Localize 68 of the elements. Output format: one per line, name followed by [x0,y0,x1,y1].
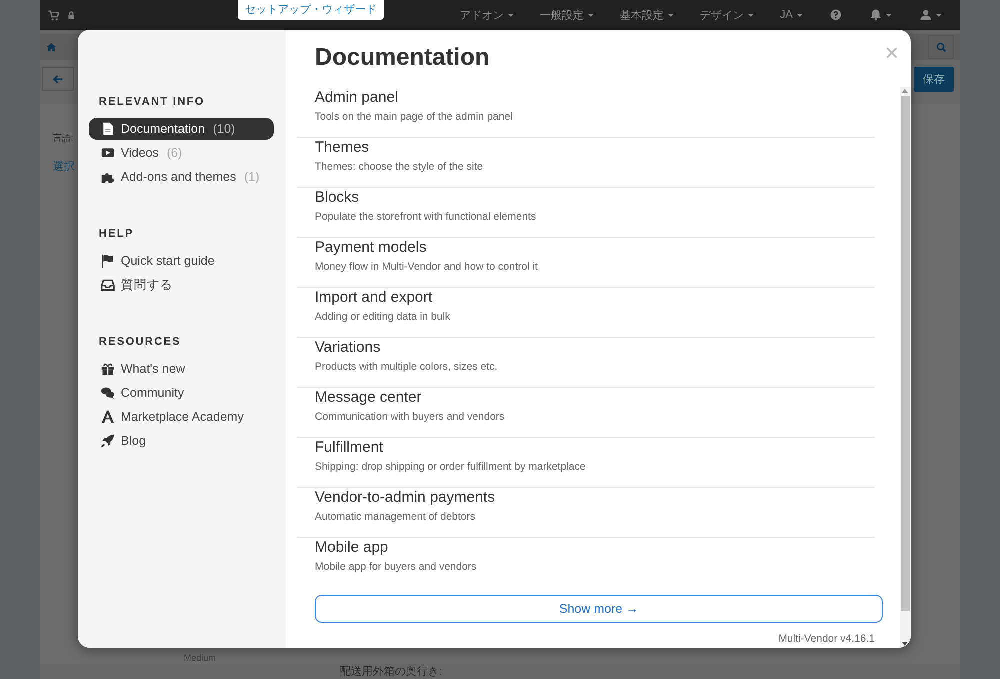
section-heading: HELP [99,228,135,240]
lock-icon [67,10,76,20]
article-link[interactable]: Import and export [315,288,875,306]
article-link[interactable]: Mobile app [315,538,875,556]
gift-icon [101,362,115,376]
article-link[interactable]: Themes [315,138,875,156]
sidebar-item[interactable]: 質問する [89,274,274,296]
home-icon [46,42,57,52]
nav-menu[interactable]: アドオン [451,8,524,22]
article-description: Themes: choose the style of the site [315,161,484,173]
article-link[interactable]: Admin panel [315,88,875,106]
flag-icon [101,254,115,268]
show-more-button[interactable]: Show more → [315,595,883,623]
sidebar-item[interactable]: Community [89,382,274,404]
article-description: Populate the storefront with functional elements [315,211,538,223]
caret-icon [668,14,674,16]
bell-icon [870,9,882,21]
article-description: Products with multiple colors, sizes etc. [315,361,499,373]
sidebar-item[interactable]: Quick start guide [89,250,274,272]
nav-menu[interactable]: 基本設定 [611,8,684,22]
nav-menu[interactable]: JA [771,9,812,21]
sidebar-item[interactable]: What's new [89,358,274,380]
sidebar-item[interactable]: Add-ons and themes (1) [89,166,274,188]
modal-title: Documentation [315,44,491,72]
caret-icon [508,14,514,16]
caret-icon [797,14,803,16]
sidebar-item[interactable]: Videos (6) [89,142,274,164]
article-link[interactable]: Blocks [315,188,875,206]
scrollbar[interactable] [900,87,911,648]
article-link[interactable]: Variations [315,338,875,356]
article-link[interactable]: Message center [315,388,875,406]
chat-icon [101,386,115,400]
setup-wizard-link[interactable]: セットアップ・ウィザード [238,0,384,20]
caret-icon [588,14,594,16]
caret-icon [886,14,892,16]
inbox-icon [101,278,115,292]
sidebar-item[interactable]: Blog [89,430,274,452]
caret-icon [748,14,754,16]
article-description: Tools on the main page of the admin panel [315,111,514,123]
article-description: Communication with buyers and vendors [315,411,506,423]
article-link[interactable]: Vendor-to-admin payments [315,488,875,506]
article-link[interactable]: Payment models [315,238,875,256]
help-icon [830,9,842,21]
section-heading: RELEVANT INFO [99,96,206,108]
field-label: 配送用外箱の奥行き: [340,665,442,679]
sidebar-item[interactable]: Documentation (10) [89,118,274,140]
article-link[interactable]: Fulfillment [315,438,875,456]
rocket-icon [101,434,115,448]
back-arrow-icon [52,74,64,84]
version-text: Multi-Vendor v4.16.1 [778,633,875,645]
save-button[interactable]: 保存 [914,66,954,92]
document-icon [101,122,115,136]
video-icon [101,146,115,160]
user-icon [920,9,932,21]
nav-menu[interactable]: 一般設定 [531,8,604,22]
language-label: 言語: [53,133,74,143]
article-description: Shipping: drop shipping or order fulfillment by marketplace [315,461,587,473]
article-description: Money flow in Multi-Vendor and how to control it [315,261,539,273]
search-icon [936,42,946,52]
section-heading: RESOURCES [99,336,182,348]
sidebar-item[interactable]: Marketplace Academy [89,406,274,428]
letter-a-icon [101,410,115,424]
article-description: Mobile app for buyers and vendors [315,561,478,573]
article-description: Automatic management of debtors [315,511,477,523]
caret-icon [936,14,942,16]
nav-menu[interactable]: デザイン [691,8,764,22]
cart-icon [48,10,59,20]
article-description: Adding or editing data in bulk [315,311,452,323]
